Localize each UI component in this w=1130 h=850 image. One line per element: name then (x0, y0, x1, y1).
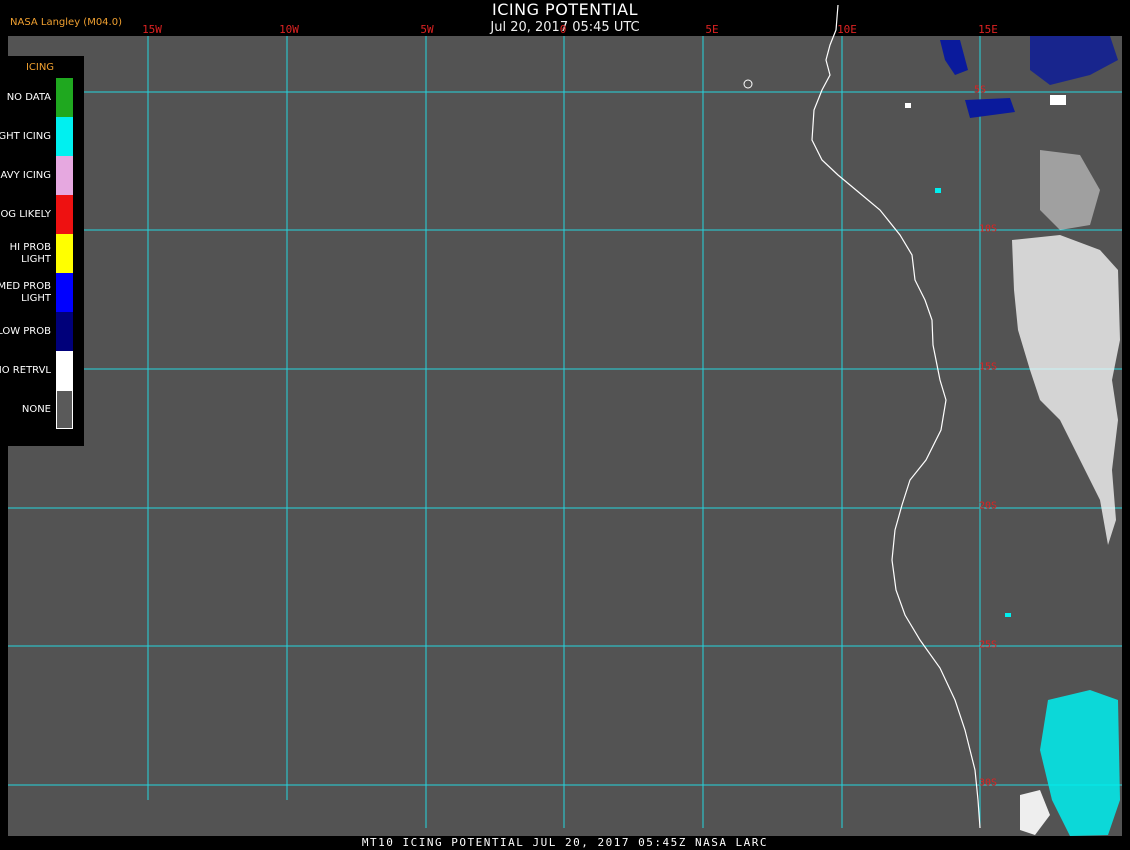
legend-label: NIGHT ICING (0, 130, 51, 142)
legend-item-none: NONE (8, 390, 84, 429)
legend-swatch (56, 195, 73, 234)
legend-swatch (56, 390, 73, 429)
legend-label: NONE (21, 403, 51, 415)
legend-label: MOG LIKELY (0, 208, 51, 220)
legend-label: NO DATA (6, 91, 51, 103)
legend-label: HI PROB LIGHT (9, 241, 51, 265)
lat-label-15s: 15S (978, 361, 998, 373)
legend-label: MED PROB LIGHT (0, 280, 51, 304)
lon-label-5w: 5W (420, 23, 434, 36)
legend-label: HEAVY ICING (0, 169, 51, 181)
lon-label-10e: 10E (837, 23, 857, 36)
legend-item-hi-prob-light: HI PROB LIGHT (8, 234, 84, 273)
legend-item-no-retrieval: NO RETRVL (0, 351, 84, 390)
map-overlay (0, 4, 1130, 850)
footer-caption: MT10 ICING POTENTIAL JUL 20, 2017 05:45Z… (361, 836, 769, 849)
lat-label-30s: 30S (978, 777, 998, 789)
lat-lon-grid (8, 36, 1122, 828)
coastline (811, 4, 981, 829)
low-probability-areas (940, 36, 1118, 118)
legend-item-no-data: NO DATA (7, 78, 84, 117)
legend-swatch (56, 234, 73, 273)
legend-swatch (56, 156, 73, 195)
lon-label-5e: 5E (705, 23, 719, 36)
lat-label-25s: 25S (978, 639, 998, 651)
island (743, 79, 753, 89)
legend-swatch (56, 312, 73, 351)
legend-item-med-prob-light: MED PROB LIGHT (0, 273, 84, 312)
color-legend: ICING NO DATA NIGHT ICING HEAVY ICING MO… (0, 56, 84, 446)
lat-label-20s: 20S (978, 500, 998, 512)
page-title: ICING POTENTIAL (491, 0, 638, 19)
lon-label-10w: 10W (279, 23, 299, 36)
lon-label-0: 0 (559, 23, 567, 36)
legend-item-night-icing: NIGHT ICING (0, 117, 84, 156)
lon-label-15e: 15E (978, 23, 998, 36)
legend-label: LOW PROB (0, 325, 51, 337)
lon-label-15w: 15W (142, 23, 162, 36)
legend-item-heavy-icing: HEAVY ICING (0, 156, 84, 195)
legend-item-low-prob: LOW PROB (0, 312, 84, 351)
legend-item-mog-likely: MOG LIKELY (0, 195, 84, 234)
legend-swatch (56, 117, 73, 156)
legend-swatch (56, 273, 73, 312)
lat-label-5s: 5S (973, 84, 987, 96)
legend-title: ICING (25, 62, 55, 73)
legend-swatch (56, 351, 73, 390)
lat-label-10s: 10S (978, 223, 998, 235)
legend-swatch (56, 78, 73, 117)
legend-label: NO RETRVL (0, 364, 51, 376)
